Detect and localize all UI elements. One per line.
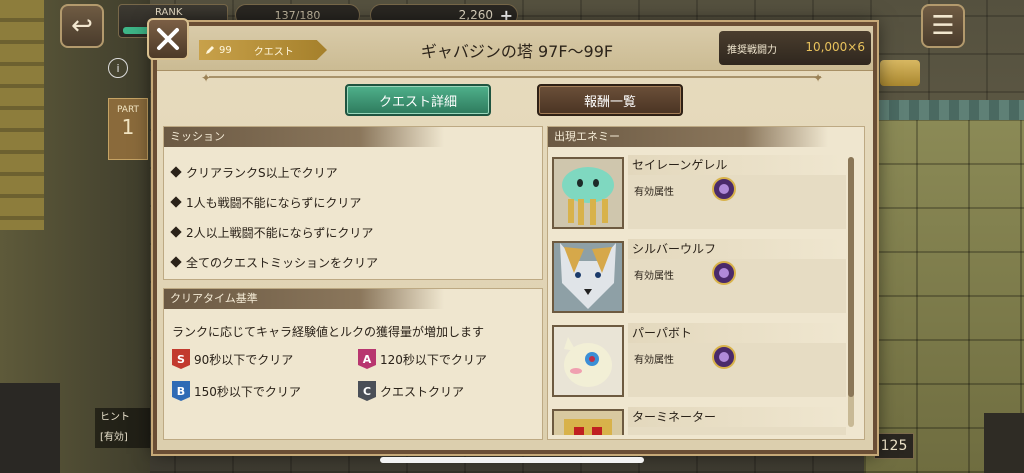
divider-ornament-icon: ✦ bbox=[201, 71, 212, 85]
background-rock bbox=[984, 413, 1024, 473]
enemy-card[interactable]: セイレーンゲレル 有効属性 bbox=[552, 153, 848, 231]
dark-attribute-icon bbox=[712, 345, 736, 369]
mission-text: クリアランクS以上でクリア bbox=[186, 165, 338, 180]
dialog-header: 99 クエスト ギャバジンの塔 97F〜99F 推奨戦闘力 10,000×6 bbox=[157, 26, 873, 71]
rank-s-text: 90秒以下でクリア bbox=[194, 352, 294, 367]
clear-time-header: クリアタイム基準 bbox=[164, 289, 444, 309]
mission-text: 1人も戦闘不能にならずにクリア bbox=[186, 195, 362, 210]
rank-c-text: クエストクリア bbox=[380, 384, 465, 399]
back-button[interactable]: ↩ bbox=[60, 4, 104, 48]
mission-item: 2人以上戦闘不能にならずにクリア bbox=[170, 217, 378, 247]
effective-attribute-label: 有効属性 bbox=[634, 355, 674, 366]
quest-level-tag: 99 クエスト bbox=[199, 40, 327, 60]
dialog-title: ギャバジンの塔 97F〜99F bbox=[420, 42, 614, 61]
enemy-name: パーパボト bbox=[628, 323, 842, 343]
enemy-name: シルバーウルフ bbox=[628, 239, 842, 259]
mission-item: 全てのクエストミッションをクリア bbox=[170, 247, 379, 277]
quest-level: 99 bbox=[219, 44, 232, 56]
diamond-bullet-icon bbox=[170, 256, 182, 268]
mission-list: クリアランクS以上でクリア 1人も戦闘不能にならずにクリア 2人以上戦闘不能にな… bbox=[170, 157, 379, 277]
effective-attribute-label: 有効属性 bbox=[634, 187, 674, 198]
robot-icon bbox=[564, 419, 612, 435]
background-side-button bbox=[880, 60, 920, 86]
quest-detail-dialog: 99 クエスト ギャバジンの塔 97F〜99F 推奨戦闘力 10,000×6 ✦… bbox=[153, 22, 877, 454]
rank-b-badge-icon: B bbox=[172, 381, 190, 401]
background-rock bbox=[0, 383, 60, 473]
home-indicator[interactable] bbox=[380, 457, 644, 463]
rank-a-text: 120秒以下でクリア bbox=[380, 352, 487, 367]
dark-attribute-icon bbox=[712, 261, 736, 285]
effective-attribute-label: 有効属性 bbox=[634, 271, 674, 282]
dragon-icon bbox=[564, 337, 612, 387]
rank-label: RANK bbox=[155, 7, 183, 18]
rank-b-text: 150秒以下でクリア bbox=[194, 384, 301, 399]
enemy-card[interactable]: パーパボト 有効属性 bbox=[552, 321, 848, 399]
rank-c-criterion: C クエストクリア bbox=[358, 381, 464, 401]
rank-a-badge-icon: A bbox=[358, 349, 376, 369]
mission-item: 1人も戦闘不能にならずにクリア bbox=[170, 187, 378, 217]
hint-sub: [有効] bbox=[95, 428, 150, 448]
clear-time-panel: クリアタイム基準 ランクに応じてキャラ経験値とルクの獲得量が増加します S 90… bbox=[163, 288, 543, 440]
wolf-portrait bbox=[552, 241, 624, 313]
clear-time-description: ランクに応じてキャラ経験値とルクの獲得量が増加します bbox=[172, 325, 485, 339]
dragon-portrait bbox=[552, 325, 624, 397]
recommended-power: 推奨戦闘力 10,000×6 bbox=[719, 31, 871, 65]
enemy-info bbox=[628, 427, 846, 435]
tab-quest-detail[interactable]: クエスト詳細 bbox=[345, 84, 491, 116]
mission-panel: ミッション クリアランクS以上でクリア 1人も戦闘不能にならずにクリア 2人以上… bbox=[163, 126, 543, 280]
mission-header: ミッション bbox=[164, 127, 444, 147]
rank-b-criterion: B 150秒以下でクリア bbox=[172, 381, 301, 401]
enemy-card[interactable]: ターミネーター bbox=[552, 405, 848, 435]
dark-attribute-icon bbox=[712, 177, 736, 201]
rank-s-badge-icon: S bbox=[172, 349, 190, 369]
back-arrow-icon: ↩ bbox=[71, 11, 93, 41]
menu-button[interactable]: ☰ bbox=[921, 4, 965, 48]
enemy-name: セイレーンゲレル bbox=[628, 155, 842, 175]
enemy-info: 有効属性 bbox=[628, 175, 846, 229]
quest-type: クエスト bbox=[253, 46, 294, 58]
diamond-bullet-icon bbox=[170, 196, 182, 208]
hint-box: ヒント [有効] bbox=[95, 408, 150, 452]
rank-s-criterion: S 90秒以下でクリア bbox=[172, 349, 293, 369]
info-icon: i bbox=[108, 58, 128, 78]
mission-text: 全てのクエストミッションをクリア bbox=[186, 255, 379, 270]
tab-reward-list[interactable]: 報酬一覧 bbox=[537, 84, 683, 116]
enemy-panel[interactable]: 出現エネミー セイレーンゲレル 有効属性 シルバーウルフ 有効属性 パーパボト … bbox=[547, 126, 865, 440]
wolf-icon bbox=[560, 243, 616, 309]
pencil-icon bbox=[206, 46, 214, 54]
background-count: 125 bbox=[874, 433, 914, 459]
diamond-bullet-icon bbox=[170, 166, 182, 178]
divider-ornament-icon: ✦ bbox=[813, 71, 824, 85]
enemy-info: 有効属性 bbox=[628, 343, 846, 397]
gem-value: 2,260 bbox=[458, 8, 493, 22]
recommended-power-value: 10,000×6 bbox=[805, 40, 865, 54]
rank-a-criterion: A 120秒以下でクリア bbox=[358, 349, 487, 369]
party-indicator: PART 1 bbox=[108, 98, 148, 160]
rank-c-badge-icon: C bbox=[358, 381, 376, 401]
close-button[interactable] bbox=[147, 18, 189, 60]
enemy-name: ターミネーター bbox=[628, 407, 842, 427]
hint-label: ヒント bbox=[95, 408, 150, 428]
stamina-value: 137/180 bbox=[274, 8, 321, 22]
mission-item: クリアランクS以上でクリア bbox=[170, 157, 378, 187]
party-number: 1 bbox=[121, 115, 135, 139]
robot-portrait bbox=[552, 409, 624, 435]
enemy-header: 出現エネミー bbox=[548, 127, 828, 147]
header-divider bbox=[209, 76, 821, 78]
enemy-card[interactable]: シルバーウルフ 有効属性 bbox=[552, 237, 848, 315]
jellyfish-icon bbox=[562, 167, 614, 225]
enemy-list-scrollbar-thumb[interactable] bbox=[848, 157, 854, 397]
hamburger-menu-icon: ☰ bbox=[931, 11, 955, 41]
diamond-bullet-icon bbox=[170, 226, 182, 238]
recommended-power-label: 推奨戦闘力 bbox=[727, 45, 777, 56]
enemy-info: 有効属性 bbox=[628, 259, 846, 313]
close-icon bbox=[157, 28, 179, 50]
party-label: PART bbox=[116, 105, 140, 115]
jellyfish-portrait bbox=[552, 157, 624, 229]
background-pillar bbox=[0, 0, 44, 230]
mission-text: 2人以上戦闘不能にならずにクリア bbox=[186, 225, 374, 240]
